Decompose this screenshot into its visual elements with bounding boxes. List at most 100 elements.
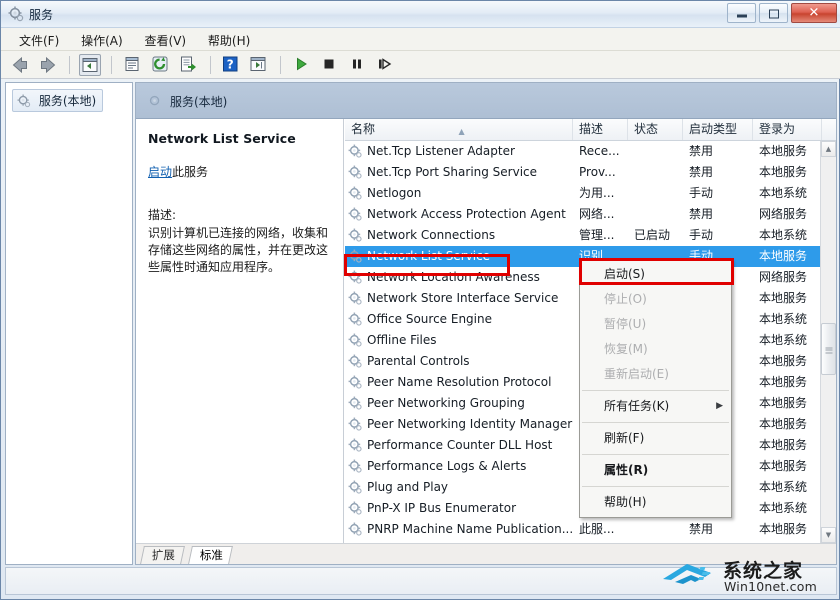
cell-status (628, 204, 683, 225)
pause-service-icon[interactable] (347, 54, 369, 76)
ctx-properties-label: 属性(R) (604, 463, 648, 477)
table-row[interactable]: PNRP Machine Name Publication...此服...禁用本… (345, 519, 820, 540)
cell-name: Parental Controls (345, 351, 573, 372)
table-row[interactable]: Network Access Protection Agent网络...禁用网络… (345, 204, 820, 225)
ctx-start-label: 启动(S) (604, 267, 645, 281)
export-list-icon[interactable] (178, 54, 200, 76)
cell-description: 为用... (573, 183, 628, 204)
watermark: 系统之家 Win10net.com (661, 555, 835, 597)
ctx-resume-label: 恢复(M) (604, 342, 648, 356)
tree-node-services-local[interactable]: 服务(本地) (12, 89, 103, 112)
cell-logon-as: 本地服务 (753, 288, 822, 309)
toolbar-separator (280, 56, 281, 74)
scrollbar-thumb[interactable] (821, 323, 836, 375)
tab-extended[interactable]: 扩展 (140, 546, 185, 564)
column-logon-as[interactable]: 登录为 (753, 119, 822, 140)
cell-logon-as: 本地系统 (753, 330, 822, 351)
pane-header-label: 服务(本地) (170, 93, 227, 110)
ctx-help[interactable]: 帮助(H) (580, 490, 731, 515)
table-row[interactable]: Netlogon为用...手动本地系统 (345, 183, 820, 204)
ctx-all-tasks[interactable]: 所有任务(K)▶ (580, 394, 731, 419)
title-bar: 服务 ✕ (1, 1, 840, 28)
cell-logon-as: 网络服务 (753, 267, 822, 288)
table-row[interactable]: Network Connections管理...已启动手动本地系统 (345, 225, 820, 246)
maximize-icon (760, 8, 787, 19)
tab-standard[interactable]: 标准 (188, 546, 233, 564)
scroll-up-button[interactable]: ▲ (821, 141, 836, 157)
grip-icon (825, 346, 832, 353)
menu-action[interactable]: 操作(A) (72, 28, 132, 53)
window-title: 服务 (29, 6, 53, 23)
properties-icon[interactable] (122, 54, 144, 76)
sort-ascending-icon: ▲ (459, 121, 465, 140)
cell-name: Offline Files (345, 330, 573, 351)
menu-view[interactable]: 查看(V) (136, 28, 196, 53)
cell-logon-as: 本地服务 (753, 141, 822, 162)
table-row[interactable]: Net.Tcp Port Sharing ServiceProv...禁用本地服… (345, 162, 820, 183)
restart-service-icon[interactable] (374, 54, 396, 76)
ctx-stop: 停止(O) (580, 287, 731, 312)
cell-logon-as: 本地系统 (753, 183, 822, 204)
start-service-icon[interactable] (291, 54, 313, 76)
table-row[interactable]: Net.Tcp Listener AdapterRece...禁用本地服务 (345, 141, 820, 162)
scroll-down-button[interactable]: ▼ (821, 527, 836, 543)
cell-logon-as: 本地系统 (753, 498, 822, 519)
column-name[interactable]: 名称 ▲ (345, 119, 573, 140)
list-vertical-scrollbar[interactable]: ▲ ▼ (820, 141, 836, 543)
forward-icon[interactable] (37, 54, 59, 76)
tab-extended-label: 扩展 (152, 547, 175, 564)
detail-action-line: 启动此服务 (148, 163, 333, 180)
column-startup-type[interactable]: 启动类型 (683, 119, 753, 140)
cell-name: Peer Networking Identity Manager (345, 414, 573, 435)
column-logon-as-label: 登录为 (759, 122, 795, 136)
tab-standard-label: 标准 (200, 547, 223, 564)
services-gear-icon (8, 6, 24, 22)
submenu-chevron-right-icon: ▶ (716, 394, 723, 419)
cell-logon-as: 网络服务 (753, 204, 822, 225)
close-button[interactable]: ✕ (791, 3, 837, 23)
cell-description: 此服... (573, 519, 628, 540)
show-pane-icon[interactable] (248, 54, 270, 76)
ctx-refresh[interactable]: 刷新(F) (580, 426, 731, 451)
stop-service-icon[interactable] (319, 54, 341, 76)
cell-logon-as: 本地服务 (753, 393, 822, 414)
column-description-label: 描述 (579, 122, 603, 136)
cell-name: Performance Counter DLL Host (345, 435, 573, 456)
column-status[interactable]: 状态 (628, 119, 683, 140)
cell-name: Network Location Awareness (345, 267, 573, 288)
cell-name: Peer Name Resolution Protocol (345, 372, 573, 393)
cell-logon-as: 本地系统 (753, 477, 822, 498)
services-window: User Networking Identity Performance Cou… (0, 0, 840, 600)
cell-description: Rece... (573, 141, 628, 162)
toolbar-separator (69, 56, 70, 74)
start-service-link[interactable]: 启动 (148, 165, 172, 179)
minimize-button[interactable] (727, 3, 756, 23)
column-description[interactable]: 描述 (573, 119, 628, 140)
cell-name: Network List Service (345, 246, 573, 267)
menu-help[interactable]: 帮助(H) (199, 28, 259, 53)
services-gear-icon (17, 94, 31, 108)
help-icon[interactable]: ? (220, 54, 242, 76)
column-startup-type-label: 启动类型 (689, 122, 737, 136)
cell-logon-as: 本地服务 (753, 456, 822, 477)
services-gear-icon (148, 94, 162, 108)
refresh-icon[interactable] (150, 54, 172, 76)
cell-name: Office Source Engine (345, 309, 573, 330)
column-name-label: 名称 (351, 122, 375, 136)
console-tree-pane: 服务(本地) (5, 82, 133, 565)
pane-header: 服务(本地) (136, 83, 836, 119)
cell-status (628, 183, 683, 204)
menu-bar: 文件(F) 操作(A) 查看(V) 帮助(H) (1, 28, 840, 51)
menu-file[interactable]: 文件(F) (10, 28, 68, 53)
cell-logon-as: 本地服务 (753, 351, 822, 372)
ctx-properties[interactable]: 属性(R) (580, 458, 731, 483)
chevron-down-icon: ▼ (826, 531, 831, 539)
show-hide-tree-icon[interactable] (79, 54, 101, 76)
maximize-button[interactable] (759, 3, 788, 23)
back-icon[interactable] (9, 54, 31, 76)
cell-logon-as: 本地服务 (753, 519, 822, 540)
close-icon: ✕ (792, 7, 836, 20)
ctx-start[interactable]: 启动(S) (580, 262, 731, 287)
cell-logon-as: 本地服务 (753, 162, 822, 183)
cell-description: 网络... (573, 204, 628, 225)
